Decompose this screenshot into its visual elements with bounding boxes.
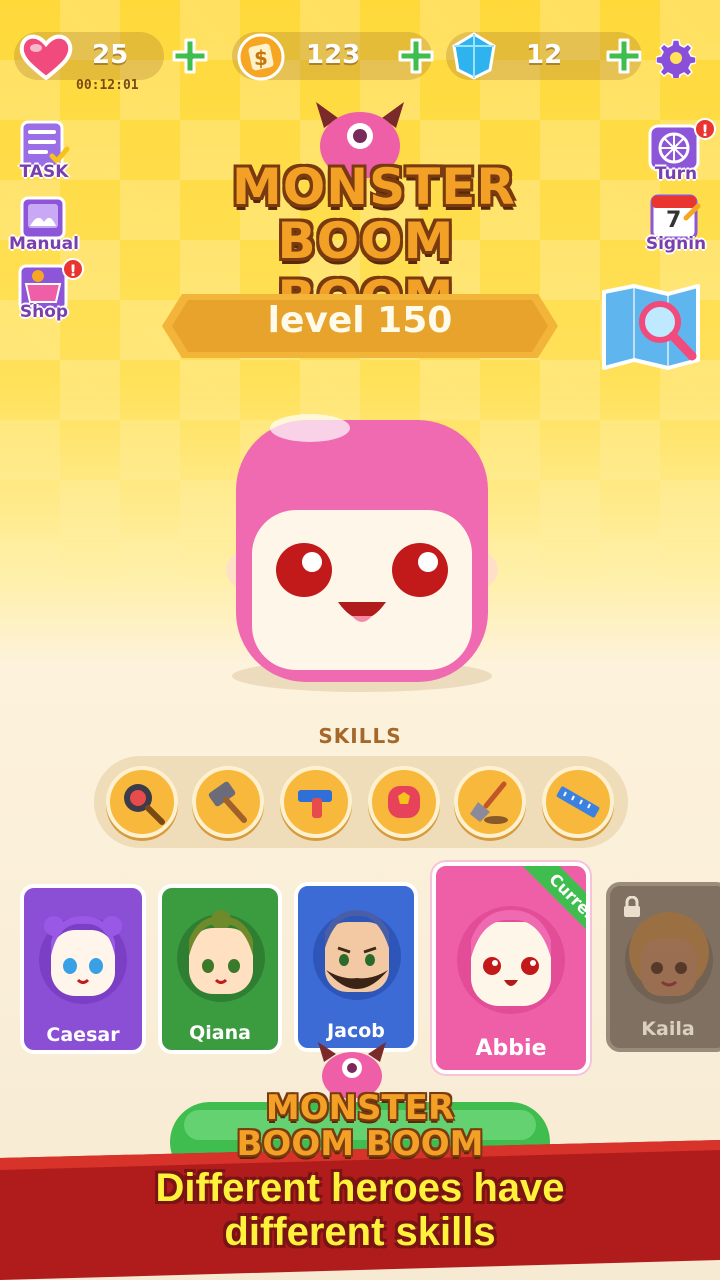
turn-alert-badge: ! [694, 118, 716, 140]
add-lives-plus-icon[interactable] [170, 36, 210, 76]
boxing-glove-icon [388, 786, 420, 818]
promo-tagline-line2: different skills [224, 1210, 496, 1254]
skill-ruler[interactable] [542, 766, 614, 838]
lives-timer: 00:12:01 [76, 78, 139, 93]
task-label: TASK [19, 162, 69, 182]
hero-abbie-portrait [226, 414, 498, 692]
turn-button[interactable]: ! Turn [640, 118, 716, 186]
hero-name-kaila: Kaila [641, 1018, 695, 1040]
skill-frying-pan[interactable] [106, 766, 178, 838]
skill-pistol[interactable] [280, 766, 352, 838]
skill-shovel[interactable] [454, 766, 526, 838]
promo-logo-line2: BOOM BOOM [236, 1124, 484, 1164]
gem-icon [452, 32, 496, 80]
ruler-icon [556, 786, 600, 818]
lives-value: 25 [92, 40, 129, 70]
skill-boxing-glove[interactable] [368, 766, 440, 838]
level-label: level 150 [267, 300, 453, 341]
hero-caesar-face [39, 916, 127, 1004]
hammer-icon [208, 781, 247, 823]
signin-day-number: 7 [666, 208, 682, 233]
hero-kaila-face [625, 912, 713, 1004]
hero-jacob-face [313, 910, 401, 1000]
hero-name-jacob: Jacob [327, 1020, 385, 1042]
manual-button[interactable]: Manual [8, 192, 80, 258]
pistol-icon [298, 790, 332, 818]
hero-card-jacob[interactable]: Jacob [294, 882, 418, 1052]
hero-name-qiana: Qiana [189, 1022, 251, 1044]
gems-value: 12 [526, 40, 563, 70]
shop-button[interactable]: ! Shop [8, 258, 84, 328]
hero-card-qiana[interactable]: Qiana [158, 884, 282, 1054]
skills-title: SKILLS [318, 724, 402, 748]
skill-hammer[interactable] [192, 766, 264, 838]
hero-name-abbie: Abbie [475, 1036, 547, 1061]
promo-logo-line1: MONSTER [265, 1088, 455, 1128]
hero-card-kaila-locked[interactable]: Kaila [606, 882, 720, 1052]
hero-qiana-face [177, 910, 265, 1002]
turn-label: Turn [654, 164, 698, 184]
promo-tagline-line1: Different heroes have [155, 1166, 565, 1210]
shop-alert-badge: ! [62, 258, 84, 280]
coin-icon: $ [237, 33, 285, 81]
coins-value: 123 [306, 40, 361, 70]
signin-button[interactable]: 7 Signin [640, 192, 712, 258]
logo-title-line1: MONSTER [232, 158, 516, 216]
heart-icon [19, 34, 73, 81]
manual-label: Manual [9, 234, 79, 254]
task-button[interactable]: TASK [8, 118, 80, 184]
settings-gear-icon[interactable] [656, 38, 696, 78]
signin-label: Signin [645, 234, 707, 254]
frying-pan-icon [124, 784, 165, 825]
hero-name-caesar: Caesar [46, 1024, 120, 1046]
add-gems-plus-icon[interactable] [604, 36, 644, 76]
shop-label: Shop [19, 302, 69, 322]
hero-card-caesar[interactable]: Caesar [20, 884, 146, 1054]
svg-text:$: $ [254, 46, 268, 70]
shovel-icon [470, 781, 508, 824]
hero-card-abbie[interactable]: Current Abbie [432, 862, 590, 1074]
map-search-icon[interactable] [598, 282, 706, 374]
hero-abbie-face [457, 906, 565, 1014]
add-coins-plus-icon[interactable] [396, 36, 436, 76]
